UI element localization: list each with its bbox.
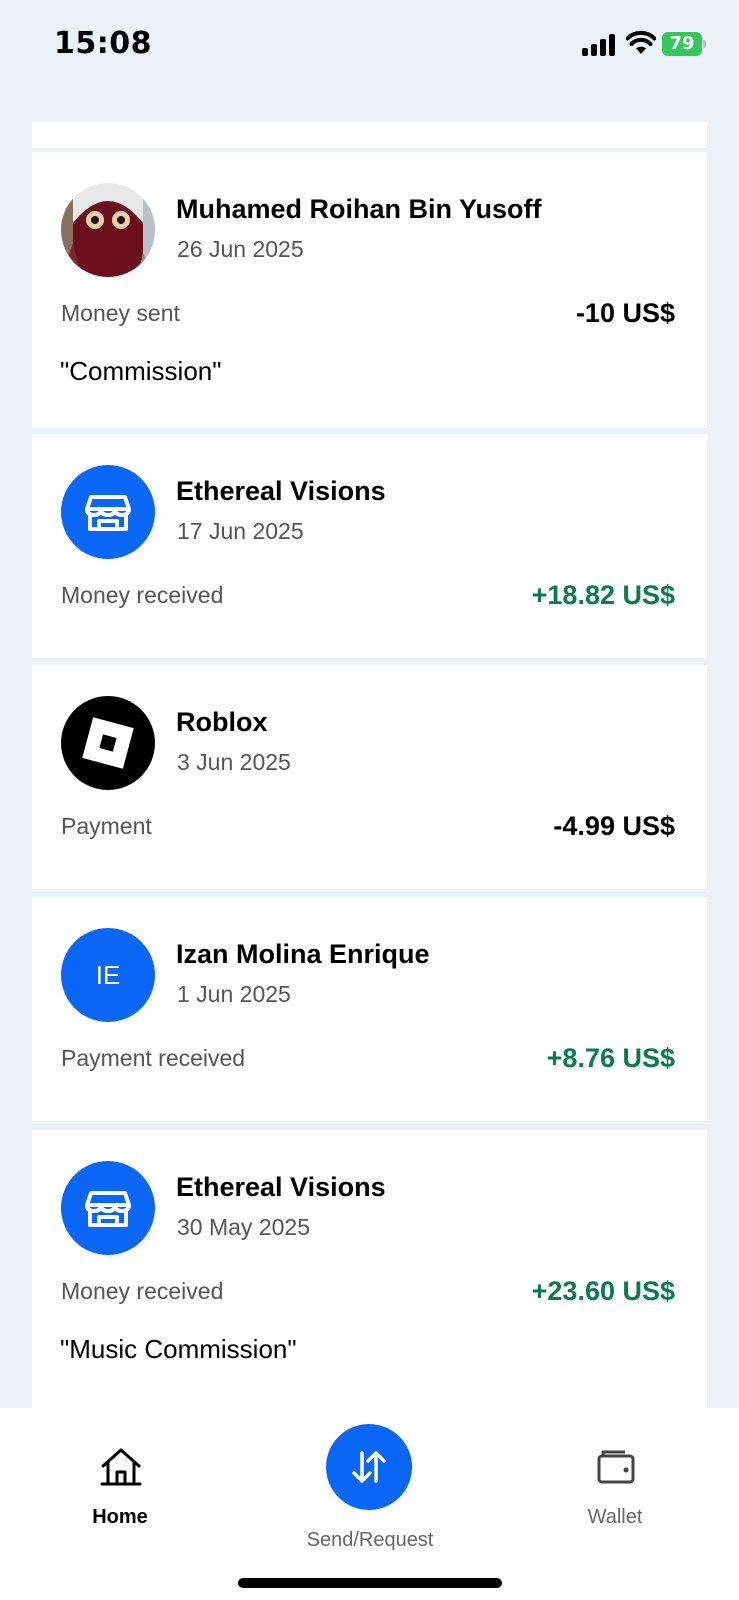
cellular-signal-icon: [582, 34, 618, 56]
transaction-note: "Commission": [60, 356, 222, 386]
list-item-partial: [32, 122, 707, 148]
transaction-item[interactable]: Roblox 3 Jun 2025 Payment -4.99 US$: [32, 665, 707, 889]
home-indicator: [238, 1578, 502, 1588]
transaction-item[interactable]: Ethereal Visions 17 Jun 2025 Money recei…: [32, 434, 707, 658]
transaction-date: 26 Jun 2025: [177, 236, 304, 262]
nav-home-label: Home: [92, 1506, 148, 1528]
transaction-amount: -10 US$: [575, 298, 675, 328]
transaction-item[interactable]: IE Izan Molina Enrique 1 Jun 2025 Paymen…: [32, 897, 707, 1121]
status-bar: 15:08 79: [0, 0, 739, 90]
transaction-amount: +23.60 US$: [531, 1276, 675, 1306]
transaction-item[interactable]: Muhamed Roihan Bin Yusoff 26 Jun 2025 Mo…: [32, 152, 707, 428]
send-request-button[interactable]: [326, 1424, 412, 1510]
transaction-type: Payment received: [61, 1045, 246, 1071]
transaction-type: Money received: [61, 1278, 224, 1304]
transaction-name: Ethereal Visions: [176, 476, 386, 506]
transaction-date: 17 Jun 2025: [177, 518, 304, 544]
transaction-name: Muhamed Roihan Bin Yusoff: [176, 194, 542, 224]
avatar-photo-icon: [61, 183, 155, 277]
transaction-date: 30 May 2025: [177, 1214, 310, 1240]
transaction-name: Izan Molina Enrique: [176, 939, 430, 969]
transaction-amount: +8.76 US$: [546, 1043, 675, 1073]
transaction-note: "Music Commission": [60, 1334, 297, 1364]
store-icon: [85, 1191, 131, 1227]
transaction-type: Money received: [61, 582, 224, 608]
transaction-type: Payment: [61, 813, 152, 839]
avatar: IE: [61, 928, 155, 1022]
transaction-name: Roblox: [176, 707, 268, 737]
nav-wallet-label: Wallet: [587, 1506, 643, 1528]
bottom-nav: Home Send/Request Wallet: [0, 1408, 739, 1600]
transaction-type: Money sent: [61, 300, 180, 326]
wifi-icon: [626, 30, 656, 54]
avatar: [61, 183, 155, 277]
store-icon: [85, 495, 131, 531]
wallet-icon: [597, 1450, 635, 1484]
transaction-amount: +18.82 US$: [531, 580, 675, 610]
avatar: [61, 696, 155, 790]
roblox-logo-icon: [82, 717, 134, 769]
transfer-arrows-icon: [352, 1451, 386, 1483]
transaction-date: 3 Jun 2025: [177, 749, 291, 775]
send-request-label[interactable]: Send/Request: [270, 1529, 470, 1552]
transaction-amount: -4.99 US$: [553, 811, 675, 841]
transaction-date: 1 Jun 2025: [177, 981, 291, 1007]
transaction-item[interactable]: Ethereal Visions 30 May 2025 Money recei…: [32, 1130, 707, 1408]
battery-level: 79: [662, 32, 702, 56]
transaction-name: Ethereal Visions: [176, 1172, 386, 1202]
avatar: [61, 1161, 155, 1255]
status-time: 15:08: [54, 26, 152, 61]
battery-icon: 79: [662, 32, 706, 56]
home-icon: [100, 1448, 142, 1486]
avatar: [61, 465, 155, 559]
avatar-initials: IE: [95, 960, 121, 990]
